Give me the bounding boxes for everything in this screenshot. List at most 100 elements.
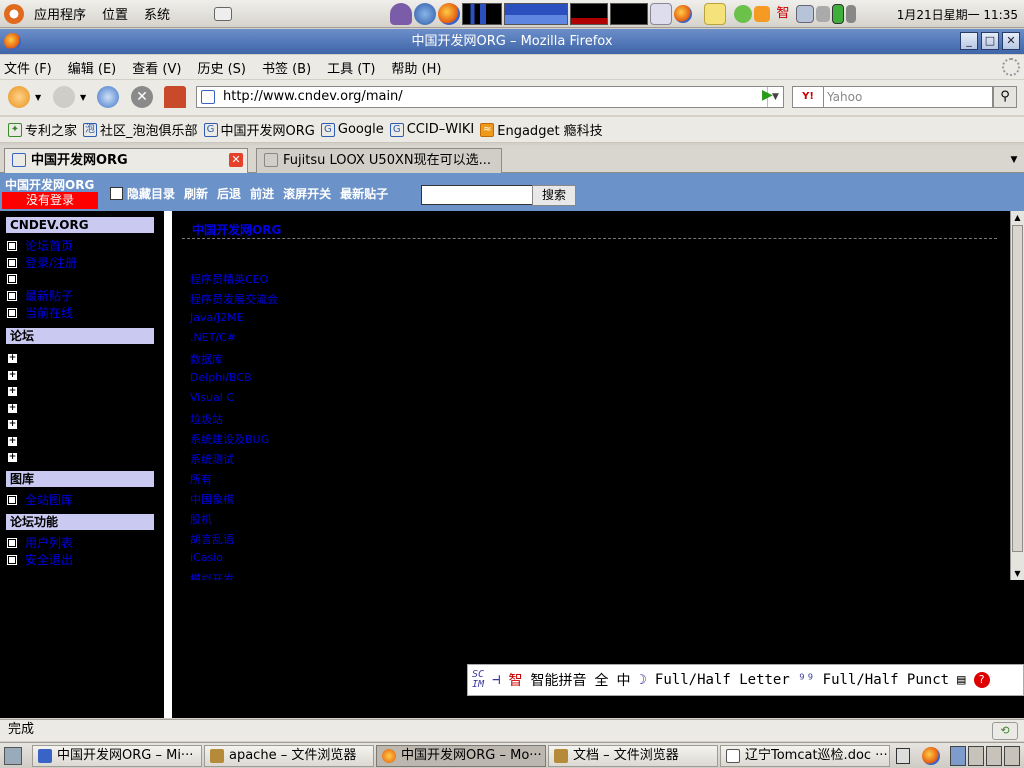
search-input[interactable]: Yahoo — [823, 86, 993, 108]
firefox-launcher-icon[interactable] — [438, 3, 460, 25]
forward-link[interactable]: 前进 — [250, 185, 274, 202]
refresh-link[interactable]: 刷新 — [184, 185, 208, 202]
ime-zhi-icon[interactable]: 智 — [508, 670, 522, 690]
back-link[interactable]: 后退 — [217, 185, 241, 202]
frame-divider[interactable] — [164, 211, 172, 718]
forum-link[interactable]: 胡言乱语 — [190, 531, 234, 547]
taskbar-item[interactable]: 中国开发网ORG – Mi··· — [32, 745, 202, 767]
login-status-badge[interactable]: 没有登录 — [2, 192, 98, 209]
scrollbar-thumb[interactable] — [1012, 225, 1023, 552]
network-icon[interactable] — [796, 5, 814, 23]
workspace-switcher[interactable] — [950, 746, 1020, 766]
quote-icon[interactable]: ⁹⁹ — [798, 672, 815, 688]
network-drive-icon[interactable] — [214, 6, 233, 21]
load-monitor-graph[interactable] — [610, 3, 648, 25]
forum-link[interactable]: 中国象棋 — [190, 491, 234, 507]
url-bar[interactable]: http://www.cndev.org/main/ ▼ — [196, 86, 784, 108]
bookmark-ccid-wiki[interactable]: G CCID–WIKI — [389, 122, 474, 137]
forum-expander[interactable]: + — [8, 383, 17, 399]
nav-forum-home[interactable]: 论坛首页 — [7, 238, 73, 254]
reload-button[interactable] — [97, 86, 119, 108]
tab-list-dropdown-icon[interactable]: ▼ — [1004, 148, 1024, 173]
tab-cndev[interactable]: 中国开发网ORG ✕ — [4, 148, 248, 173]
search-engine-selector[interactable]: Y! — [792, 86, 824, 108]
bookmark-cndev[interactable]: G 中国开发网ORG — [203, 120, 315, 139]
forum-link[interactable]: 数据库 — [190, 351, 223, 367]
site-name[interactable]: 中国开发网ORG — [5, 176, 94, 193]
plus-icon[interactable]: + — [8, 403, 17, 413]
ime-mode-label[interactable]: 智能拼音 — [530, 670, 586, 690]
stop-button[interactable]: ✕ — [131, 86, 153, 108]
forum-link[interactable]: 系统建设及BUG — [190, 431, 269, 447]
nav-blank[interactable] — [7, 271, 25, 287]
menu-history[interactable]: 历史 (S) — [197, 58, 246, 77]
ime-zhi-icon[interactable]: 智 — [772, 3, 794, 25]
forum-link[interactable]: Java/J2ME — [190, 311, 244, 324]
places-menu[interactable]: 位置 — [94, 4, 136, 23]
menu-help[interactable]: 帮助 (H) — [391, 58, 441, 77]
forward-button[interactable] — [53, 86, 75, 108]
plus-icon[interactable]: + — [8, 436, 17, 446]
go-button[interactable]: ▶ — [762, 87, 782, 107]
menu-tools[interactable]: 工具 (T) — [327, 58, 375, 77]
hide-catalog-link[interactable]: 隐藏目录 — [127, 185, 175, 202]
scim-logo-icon[interactable]: SC IM — [472, 670, 484, 690]
ime-help-icon[interactable]: ? — [973, 672, 990, 688]
taskbar-item[interactable]: apache – 文件浏览器 — [204, 745, 374, 767]
disk-icon[interactable] — [846, 5, 856, 23]
maximize-button[interactable]: □ — [981, 32, 999, 50]
sync-status-icon[interactable]: ⟲ — [992, 722, 1018, 740]
latest-posts-link[interactable]: 最新贴子 — [340, 185, 388, 202]
plus-icon[interactable]: + — [8, 386, 17, 396]
forum-link[interactable]: 程序员精英CEO — [190, 271, 268, 287]
bookmark-patent-home[interactable]: ✦ 专利之家 — [8, 120, 77, 139]
thunderbird-icon[interactable] — [414, 3, 436, 25]
menu-view[interactable]: 查看 (V) — [132, 58, 181, 77]
forum-expander[interactable]: + — [8, 433, 17, 449]
ubuntu-logo-icon[interactable] — [4, 3, 24, 24]
window-titlebar[interactable]: 中国开发网ORG – Mozilla Firefox _ □ ✕ — [0, 29, 1024, 54]
taskbar-item-active[interactable]: 中国开发网ORG – Mo··· — [376, 745, 546, 767]
scroll-down-arrow-icon[interactable]: ▼ — [1011, 567, 1024, 580]
forum-link[interactable]: 股机 — [190, 511, 212, 527]
forum-expander[interactable]: + — [8, 350, 17, 366]
close-window-button[interactable]: ✕ — [1002, 32, 1020, 50]
workspace-2[interactable] — [968, 746, 984, 766]
forum-expander[interactable]: + — [8, 400, 17, 416]
pidgin-icon[interactable] — [390, 3, 412, 25]
menu-edit[interactable]: 编辑 (E) — [68, 58, 117, 77]
ime-full-half-punct[interactable]: Full/Half Punct — [823, 672, 949, 688]
ime-setup-icon[interactable]: ▤ — [957, 672, 965, 688]
firefox-window-icon[interactable] — [4, 33, 21, 50]
nav-site-gallery[interactable]: 全站图库 — [7, 492, 73, 508]
forum-link[interactable]: .NET/C# — [190, 331, 236, 344]
forum-expander[interactable]: + — [8, 367, 17, 383]
bookmark-engadget[interactable]: ≈ Engadget 瘾科技 — [480, 120, 603, 139]
site-search-input[interactable] — [421, 185, 533, 205]
nav-user-list[interactable]: 用户列表 — [7, 535, 73, 551]
forum-link[interactable]: 系统测试 — [190, 451, 234, 467]
update-notifier-icon[interactable] — [734, 5, 752, 23]
ime-pin-icon[interactable]: ⊣ — [492, 672, 500, 688]
forum-link[interactable]: 程序员发展交流会 — [190, 291, 278, 307]
menu-file[interactable]: 文件 (F) — [4, 58, 52, 77]
ime-full-half-letter[interactable]: Full/Half Letter — [655, 672, 790, 688]
workspace-3[interactable] — [986, 746, 1002, 766]
plus-icon[interactable]: + — [8, 419, 17, 429]
forum-link[interactable]: Delphi/BCB — [190, 371, 252, 384]
plus-icon[interactable]: + — [8, 370, 17, 380]
applications-menu[interactable]: 应用程序 — [26, 4, 94, 23]
forum-expander[interactable]: + — [8, 416, 17, 432]
nav-safe-logout[interactable]: 安全退出 — [7, 552, 73, 568]
moon-icon[interactable]: ☽ — [638, 672, 646, 688]
clock[interactable]: 1月21日星期一 11:35 — [897, 6, 1018, 23]
forum-link[interactable]: iCasio — [190, 551, 223, 564]
memory-monitor-graph[interactable] — [504, 3, 568, 25]
forum-link[interactable]: 模拟开发 — [190, 571, 234, 580]
cpu-monitor-graph[interactable] — [462, 3, 502, 25]
plus-icon[interactable]: + — [8, 452, 17, 462]
bookmark-google[interactable]: G Google — [320, 122, 384, 137]
nav-login-register[interactable]: 登录/注册 — [7, 255, 77, 271]
menu-bookmarks[interactable]: 书签 (B) — [262, 58, 311, 77]
firefox-tray-icon[interactable] — [922, 747, 940, 765]
